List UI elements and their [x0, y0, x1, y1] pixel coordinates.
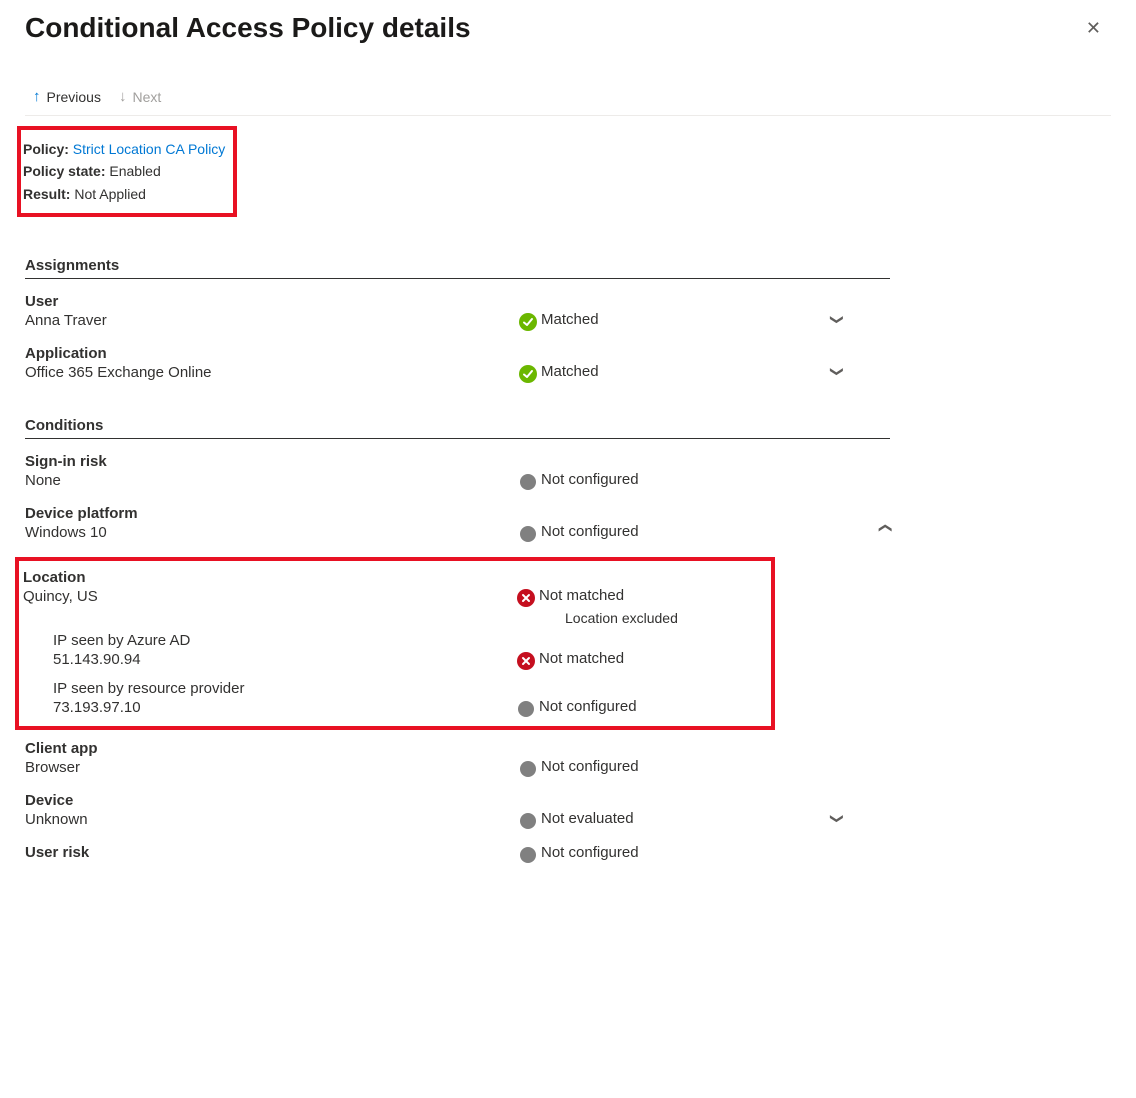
user-status: Matched	[541, 293, 821, 328]
client-app-status: Not configured	[541, 740, 821, 775]
location-value: Quincy, US	[23, 588, 503, 605]
error-icon	[517, 652, 535, 670]
gray-circle-icon	[519, 760, 537, 778]
error-icon	[517, 589, 535, 607]
chevron-down-icon[interactable]: ❯	[829, 285, 853, 325]
application-value: Office 365 Exchange Online	[25, 364, 505, 381]
ip-resource-label: IP seen by resource provider	[53, 680, 513, 697]
policy-link[interactable]: Strict Location CA Policy	[73, 141, 226, 157]
next-button: ↓ Next	[119, 88, 161, 105]
policy-state-label: Policy state:	[23, 163, 105, 179]
device-label: Device	[25, 792, 505, 809]
chevron-down-icon[interactable]: ❯	[829, 337, 853, 377]
application-status: Matched	[541, 345, 821, 380]
result-label: Result:	[23, 186, 70, 202]
ip-azure-label: IP seen by Azure AD	[53, 632, 513, 649]
result-value: Not Applied	[74, 186, 146, 202]
chevron-down-icon[interactable]: ❯	[829, 784, 853, 824]
nav-row: ↑ Previous ↓ Next	[25, 82, 1111, 116]
client-app-value: Browser	[25, 759, 505, 776]
user-value: Anna Traver	[25, 312, 505, 329]
signin-risk-value: None	[25, 472, 505, 489]
success-icon	[519, 365, 537, 383]
gray-circle-icon	[519, 473, 537, 491]
device-value: Unknown	[25, 811, 505, 828]
previous-label: Previous	[47, 89, 101, 105]
location-note: Location excluded	[565, 610, 765, 626]
location-status: Not matched	[539, 587, 765, 604]
previous-button[interactable]: ↑ Previous	[33, 88, 101, 105]
device-platform-value: Windows 10	[25, 524, 505, 541]
gray-circle-icon	[519, 846, 537, 864]
close-icon[interactable]: ✕	[1076, 14, 1111, 43]
device-platform-label: Device platform	[25, 505, 505, 522]
gray-circle-icon	[519, 812, 537, 830]
user-risk-label: User risk	[25, 844, 505, 861]
gray-circle-icon	[517, 700, 535, 718]
client-app-label: Client app	[25, 740, 505, 757]
chevron-up-icon[interactable]: ❯	[877, 523, 893, 534]
success-icon	[519, 313, 537, 331]
gray-circle-icon	[519, 525, 537, 543]
arrow-down-icon: ↓	[119, 88, 127, 105]
signin-risk-label: Sign-in risk	[25, 453, 505, 470]
location-label: Location	[23, 569, 503, 586]
application-label: Application	[25, 345, 505, 362]
ip-resource-status: Not configured	[539, 680, 765, 718]
user-risk-status: Not configured	[541, 844, 821, 861]
device-platform-status: Not configured	[541, 505, 821, 540]
policy-state-value: Enabled	[109, 163, 160, 179]
arrow-up-icon: ↑	[33, 88, 41, 105]
signin-risk-status: Not configured	[541, 453, 821, 488]
ip-azure-value: 51.143.90.94	[53, 651, 513, 668]
conditions-header: Conditions	[25, 417, 890, 439]
policy-label: Policy:	[23, 141, 69, 157]
policy-summary: Policy: Strict Location CA Policy Policy…	[17, 126, 237, 217]
assignments-header: Assignments	[25, 257, 890, 279]
location-highlight: Location Quincy, US Not matched Location…	[15, 557, 775, 730]
ip-resource-value: 73.193.97.10	[53, 699, 513, 716]
page-title: Conditional Access Policy details	[25, 12, 471, 44]
device-status: Not evaluated	[541, 792, 821, 827]
ip-azure-status: Not matched	[539, 632, 765, 670]
next-label: Next	[132, 89, 161, 105]
user-label: User	[25, 293, 505, 310]
